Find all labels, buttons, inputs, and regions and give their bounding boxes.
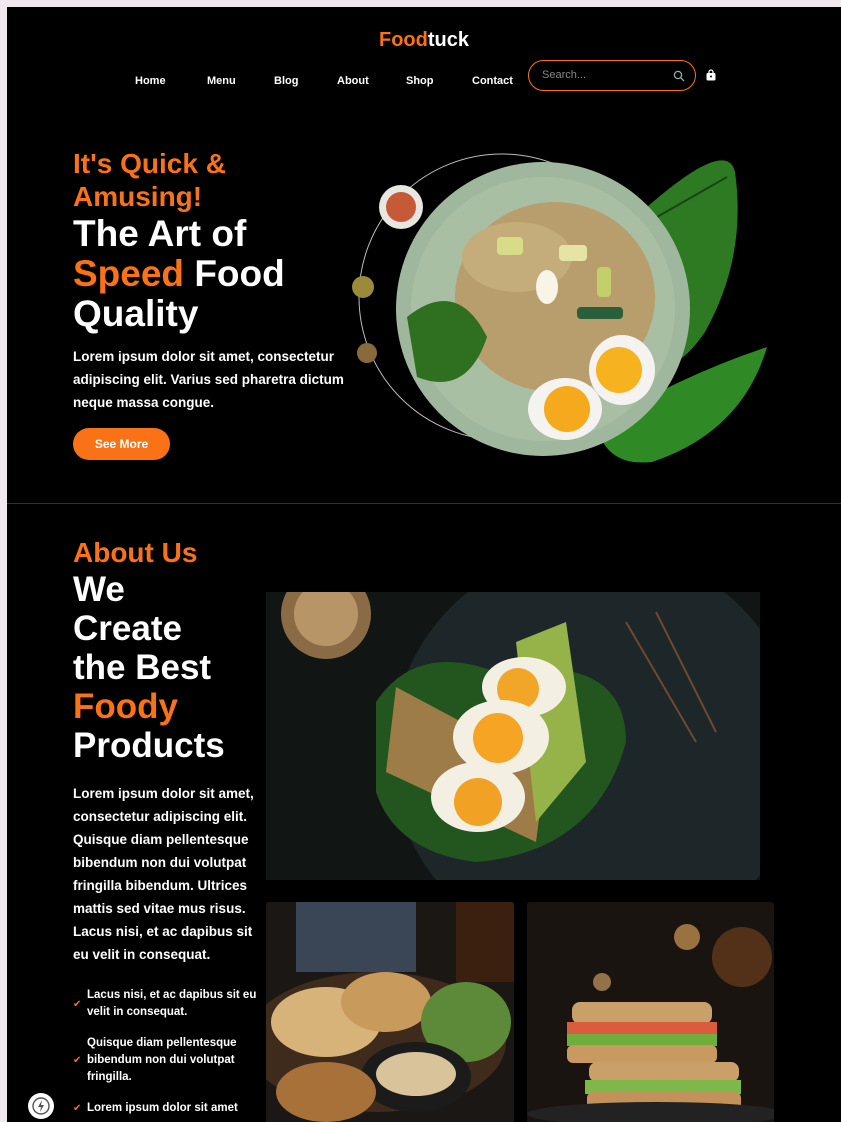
page: Foodtuck Home Menu Blog About Shop Conta… <box>7 7 841 1122</box>
list-item-text: Quisque diam pellentesque bibendum non d… <box>87 1037 237 1083</box>
check-icon: ✔ <box>73 1103 82 1114</box>
about-description: Lorem ipsum dolor sit amet, consectetur … <box>73 786 254 962</box>
chicken-salad-illustration <box>266 902 514 1122</box>
hero-title-line1: The Art of <box>73 213 247 254</box>
shopping-bag-icon[interactable] <box>705 69 717 81</box>
nav-shop[interactable]: Shop <box>406 75 472 87</box>
logo-part-food: Food <box>379 29 428 51</box>
lightning-icon <box>32 1097 50 1115</box>
egg-avocado-toast-image <box>266 592 760 880</box>
hero-title-line3: Quality <box>73 293 199 334</box>
about-title-line3: the Best <box>73 648 212 687</box>
search-icon[interactable] <box>673 70 685 82</box>
about-title: We Create the Best Foody Products <box>73 570 273 765</box>
section-divider <box>7 503 841 504</box>
logo[interactable]: Foodtuck <box>7 29 841 52</box>
nav-about[interactable]: About <box>337 75 406 87</box>
nav-menu[interactable]: Menu <box>207 75 274 87</box>
search-box <box>528 60 696 91</box>
search-input[interactable] <box>542 69 672 81</box>
sandwich-image <box>527 902 774 1122</box>
nav-contact[interactable]: Contact <box>472 75 532 87</box>
hero-title-food: Food <box>184 253 285 294</box>
hero-title-highlight: Speed <box>73 253 185 294</box>
list-item-text: Lacus nisi, et ac dapibus sit eu velit i… <box>87 989 257 1018</box>
check-icon: ✔ <box>73 1055 82 1066</box>
sandwich-illustration <box>527 902 774 1122</box>
hero-title-line2: Speed Food <box>73 254 353 294</box>
list-item: ✔ Lorem ipsum dolor sit amet <box>73 1100 263 1117</box>
about-title-line2: Create <box>73 609 182 648</box>
hero-tagline: It's Quick & Amusing! <box>73 148 226 212</box>
check-icon: ✔ <box>73 998 82 1010</box>
about-title-line1: We <box>73 570 125 609</box>
logo-part-tuck: tuck <box>427 29 469 51</box>
hero-title: The Art of Speed Food Quality <box>73 214 353 334</box>
nav-home[interactable]: Home <box>135 75 207 87</box>
see-more-button[interactable]: See More <box>73 428 170 460</box>
grilled-chicken-salad-image <box>266 902 514 1122</box>
about-title-highlight: Foody <box>73 687 178 726</box>
list-item-text: Lorem ipsum dolor sit amet <box>87 1102 238 1114</box>
about-title-line5: Products <box>73 726 225 765</box>
nav-blog[interactable]: Blog <box>274 75 337 87</box>
list-item: ✔ Lacus nisi, et ac dapibus sit eu velit … <box>73 987 263 1021</box>
about-tagline: About Us <box>73 537 198 568</box>
hero-description: Lorem ipsum dolor sit amet, consectetur … <box>73 349 344 410</box>
hero-food-plate-image <box>352 153 767 463</box>
floating-action-button[interactable] <box>28 1093 54 1119</box>
list-item: ✔ Quisque diam pellentesque bibendum non … <box>73 1035 263 1086</box>
egg-toast-illustration <box>266 592 760 880</box>
feature-check-list: ✔ Lacus nisi, et ac dapibus sit eu velit … <box>73 987 263 1122</box>
main-nav: Home Menu Blog About Shop Contact <box>135 75 532 87</box>
